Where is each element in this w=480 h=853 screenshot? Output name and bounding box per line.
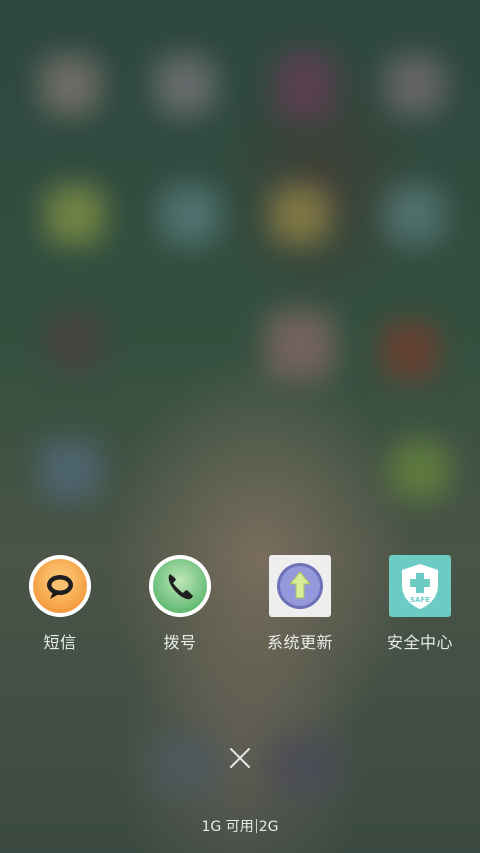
- app-label: 系统更新: [266, 633, 333, 652]
- app-label: 安全中心: [386, 633, 453, 652]
- recent-app-dialer[interactable]: 拨号: [120, 555, 240, 655]
- close-icon: [230, 748, 250, 768]
- memory-total: 2G: [258, 819, 279, 835]
- shield-plus-icon: SAFE: [389, 555, 451, 617]
- app-label: 短信: [43, 633, 77, 652]
- safe-text: SAFE: [410, 596, 430, 604]
- memory-separator: [255, 819, 257, 833]
- recent-app-messages[interactable]: 短信: [0, 555, 120, 655]
- system-update-arrow-icon: [269, 555, 331, 617]
- phone-icon: [149, 555, 211, 617]
- memory-available: 1G 可用: [201, 819, 254, 835]
- memory-status: 1G 可用 2G: [0, 816, 480, 836]
- app-label: 拨号: [163, 633, 197, 652]
- close-all-button[interactable]: [226, 744, 254, 772]
- blurred-wallpaper: [0, 0, 480, 853]
- recent-apps-row: 短信 拨号 系统更新 SAFE 安全中心: [0, 555, 480, 655]
- recent-app-system-update[interactable]: 系统更新: [240, 555, 360, 655]
- message-bubble-icon: [29, 555, 91, 617]
- recent-app-security-center[interactable]: SAFE 安全中心: [360, 555, 480, 655]
